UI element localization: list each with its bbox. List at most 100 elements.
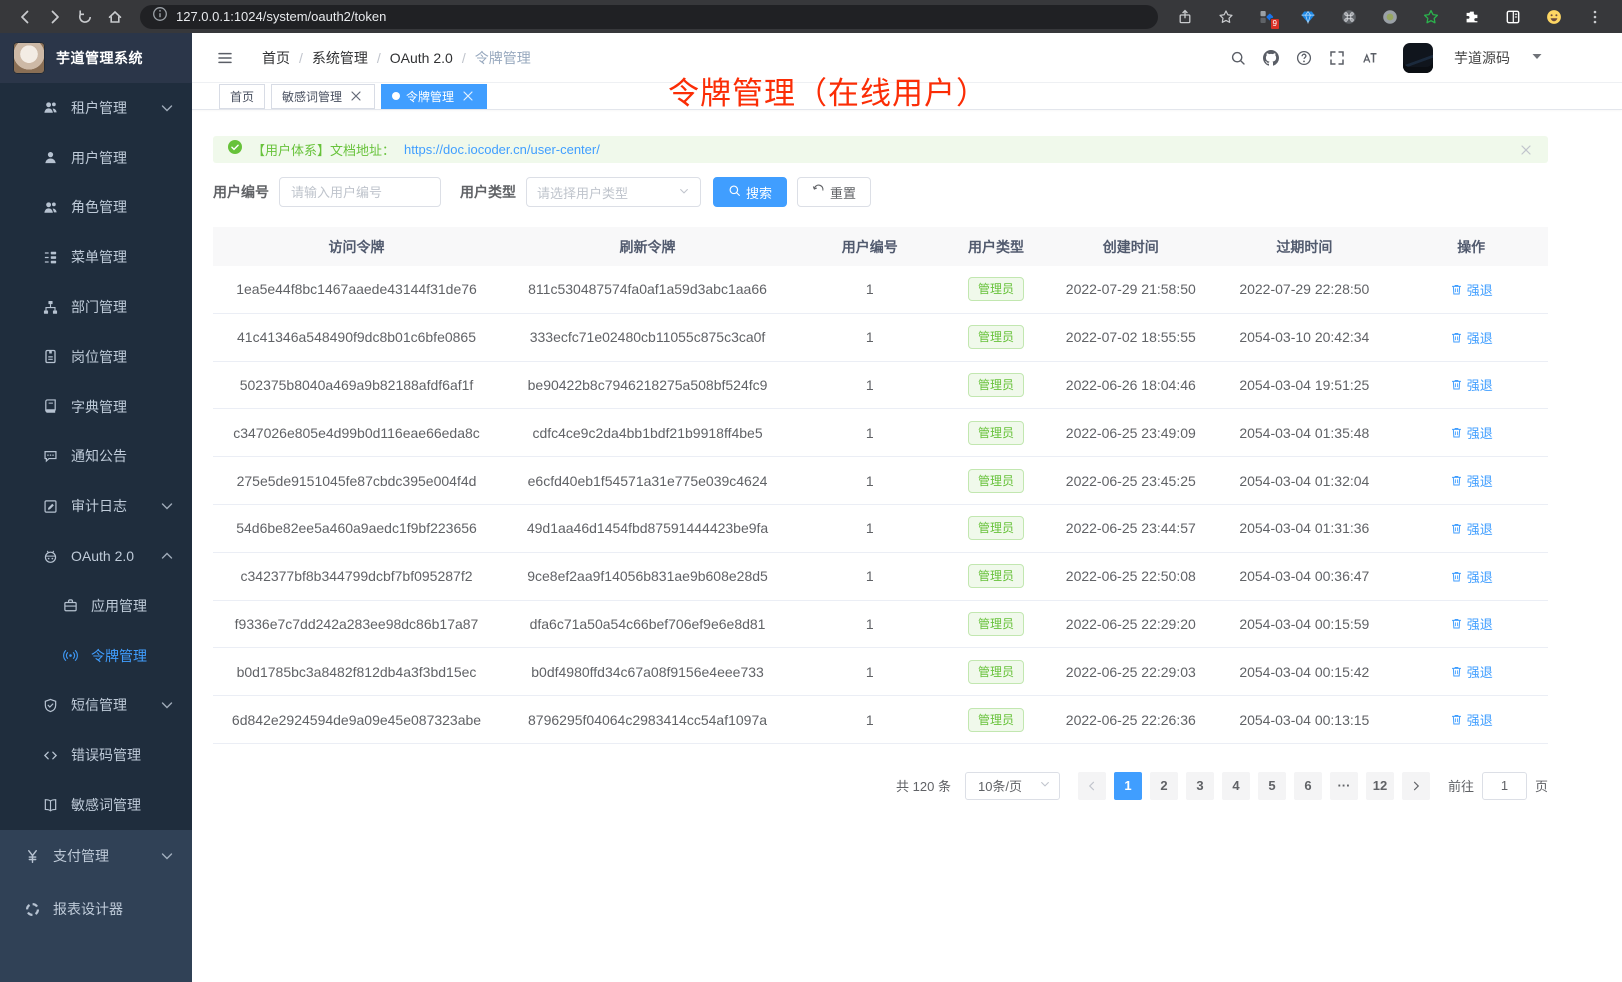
breadcrumb-item[interactable]: 系统管理 [312, 48, 368, 68]
extension-record-circle[interactable] [1377, 4, 1403, 30]
extension-ext-blocks[interactable]: 9 [1254, 4, 1280, 30]
sidebar-item-org-tree[interactable]: 部门管理 [0, 282, 192, 332]
user_id-cell: 1 [795, 664, 945, 680]
user_id-cell: 1 [795, 377, 945, 393]
sidebar-item-dictionary[interactable]: 字典管理 [0, 382, 192, 432]
dictionary-icon [43, 399, 58, 414]
force-logout-button[interactable]: 强退 [1450, 662, 1493, 681]
page-button-1[interactable]: 1 [1114, 772, 1142, 800]
breadcrumb-separator: / [299, 50, 303, 66]
user-menu-caret-icon[interactable] [1529, 48, 1545, 67]
sidebar-item-report-designer[interactable]: 报表设计器 [0, 883, 192, 936]
extension-puzzle[interactable] [1459, 4, 1485, 30]
force-logout-button[interactable]: 强退 [1450, 567, 1493, 586]
browser-back-button[interactable] [12, 4, 38, 30]
table-row: c347026e805e4d99b0d116eae66eda8ccdfc4ce9… [213, 409, 1548, 457]
force-logout-button[interactable]: 强退 [1450, 710, 1493, 729]
force-logout-label: 强退 [1467, 662, 1493, 681]
page-button-12[interactable]: 12 [1366, 772, 1394, 800]
site-info-icon[interactable] [152, 6, 168, 27]
hamburger-icon[interactable] [217, 50, 233, 66]
browser-forward-button[interactable] [42, 4, 68, 30]
tab-1[interactable]: 首页 [219, 84, 265, 109]
page-button-3[interactable]: 3 [1186, 772, 1214, 800]
sidebar-item-user[interactable]: 用户管理 [0, 133, 192, 183]
created-cell: 2022-06-26 18:04:46 [1047, 377, 1214, 393]
user-type-cell: 管理员 [945, 325, 1048, 349]
extension-reading-list[interactable] [1500, 4, 1526, 30]
search-icon [1230, 50, 1246, 66]
alert-close-icon[interactable] [1518, 142, 1534, 158]
sidebar-item-code[interactable]: 错误码管理 [0, 730, 192, 780]
page-content: 【用户体系】文档地址： https://doc.iocoder.cn/user-… [192, 110, 1622, 800]
address-bar[interactable]: 127.0.0.1:1024/system/oauth2/token [140, 5, 1158, 29]
user-icon [43, 150, 58, 165]
force-logout-button[interactable]: 强退 [1450, 471, 1493, 490]
page-button-2[interactable]: 2 [1150, 772, 1178, 800]
force-logout-button[interactable]: 强退 [1450, 375, 1493, 394]
extension-gem[interactable] [1295, 4, 1321, 30]
breadcrumb-item[interactable]: 首页 [262, 48, 290, 68]
goto-label: 前往 [1448, 776, 1474, 795]
prev-page-button[interactable] [1078, 772, 1106, 800]
sidebar-item-label: 支付管理 [53, 846, 109, 866]
extension-share[interactable] [1172, 4, 1198, 30]
sidebar-item-yen[interactable]: 支付管理 [0, 830, 192, 883]
chevron-up-icon [159, 548, 175, 564]
tab-close-icon[interactable] [460, 88, 476, 104]
user-type-cell: 管理员 [945, 708, 1048, 732]
page-button-4[interactable]: 4 [1222, 772, 1250, 800]
user-avatar[interactable] [1403, 43, 1433, 73]
navbar-font-size-icon[interactable] [1362, 50, 1378, 66]
extension-command-circle[interactable] [1336, 4, 1362, 30]
next-page-button[interactable] [1402, 772, 1430, 800]
created-cell: 2022-06-25 22:50:08 [1047, 568, 1214, 584]
sidebar-item-audit-log[interactable]: 审计日志 [0, 481, 192, 531]
navbar-github-icon[interactable] [1263, 50, 1279, 66]
breadcrumb-item[interactable]: OAuth 2.0 [390, 50, 453, 66]
browser-reload-button[interactable] [72, 4, 98, 30]
sidebar-item-users[interactable]: 角色管理 [0, 183, 192, 233]
force-logout-button[interactable]: 强退 [1450, 328, 1493, 347]
navbar-question-icon[interactable] [1296, 50, 1312, 66]
browser-home-button[interactable] [102, 4, 128, 30]
created-cell: 2022-07-29 21:58:50 [1047, 281, 1214, 297]
navbar-search-icon[interactable] [1230, 50, 1246, 66]
sidebar-item-users[interactable]: 租户管理 [0, 83, 192, 133]
page-button-5[interactable]: 5 [1258, 772, 1286, 800]
extension-green-star[interactable] [1418, 4, 1444, 30]
navbar-fullscreen-icon[interactable] [1329, 50, 1345, 66]
sidebar-item-robot[interactable]: OAuth 2.0 [0, 531, 192, 581]
search-button[interactable]: 搜索 [713, 177, 787, 207]
tab-2[interactable]: 敏感词管理 [271, 84, 375, 109]
badge-icon [43, 349, 58, 364]
users-icon [43, 200, 58, 215]
force-logout-button[interactable]: 强退 [1450, 280, 1493, 299]
sidebar-item-shield-check[interactable]: 短信管理 [0, 681, 192, 731]
sidebar-item-message[interactable]: 通知公告 [0, 432, 192, 482]
user-id-input[interactable] [279, 177, 441, 207]
goto-page-input[interactable] [1482, 772, 1527, 800]
sidebar-item-token-signal[interactable]: 令牌管理 [0, 631, 192, 681]
force-logout-button[interactable]: 强退 [1450, 519, 1493, 538]
more-pages-button[interactable]: ··· [1330, 772, 1358, 800]
extension-emoji[interactable] [1541, 4, 1567, 30]
sidebar-item-tree-menu[interactable]: 菜单管理 [0, 232, 192, 282]
user-type-select[interactable]: 请选择用户类型 [526, 177, 701, 207]
force-logout-button[interactable]: 强退 [1450, 423, 1493, 442]
user-type-badge: 管理员 [968, 564, 1024, 588]
operation-cell: 强退 [1394, 662, 1548, 681]
page-button-6[interactable]: 6 [1294, 772, 1322, 800]
force-logout-button[interactable]: 强退 [1450, 614, 1493, 633]
browser-menu-icon[interactable] [1582, 4, 1608, 30]
access-cell: 1ea5e44f8bc1467aaede43144f31de76 [213, 281, 500, 297]
reset-button[interactable]: 重置 [797, 177, 871, 207]
sidebar-item-app-briefcase[interactable]: 应用管理 [0, 581, 192, 631]
doc-link[interactable]: https://doc.iocoder.cn/user-center/ [404, 142, 600, 157]
sidebar-item-open-book[interactable]: 敏感词管理 [0, 780, 192, 830]
tab-close-icon[interactable] [348, 88, 364, 104]
tab-3[interactable]: 令牌管理 [381, 84, 487, 109]
page-size-select[interactable]: 10条/页 [965, 772, 1060, 800]
extension-star[interactable] [1213, 4, 1239, 30]
sidebar-item-badge[interactable]: 岗位管理 [0, 332, 192, 382]
